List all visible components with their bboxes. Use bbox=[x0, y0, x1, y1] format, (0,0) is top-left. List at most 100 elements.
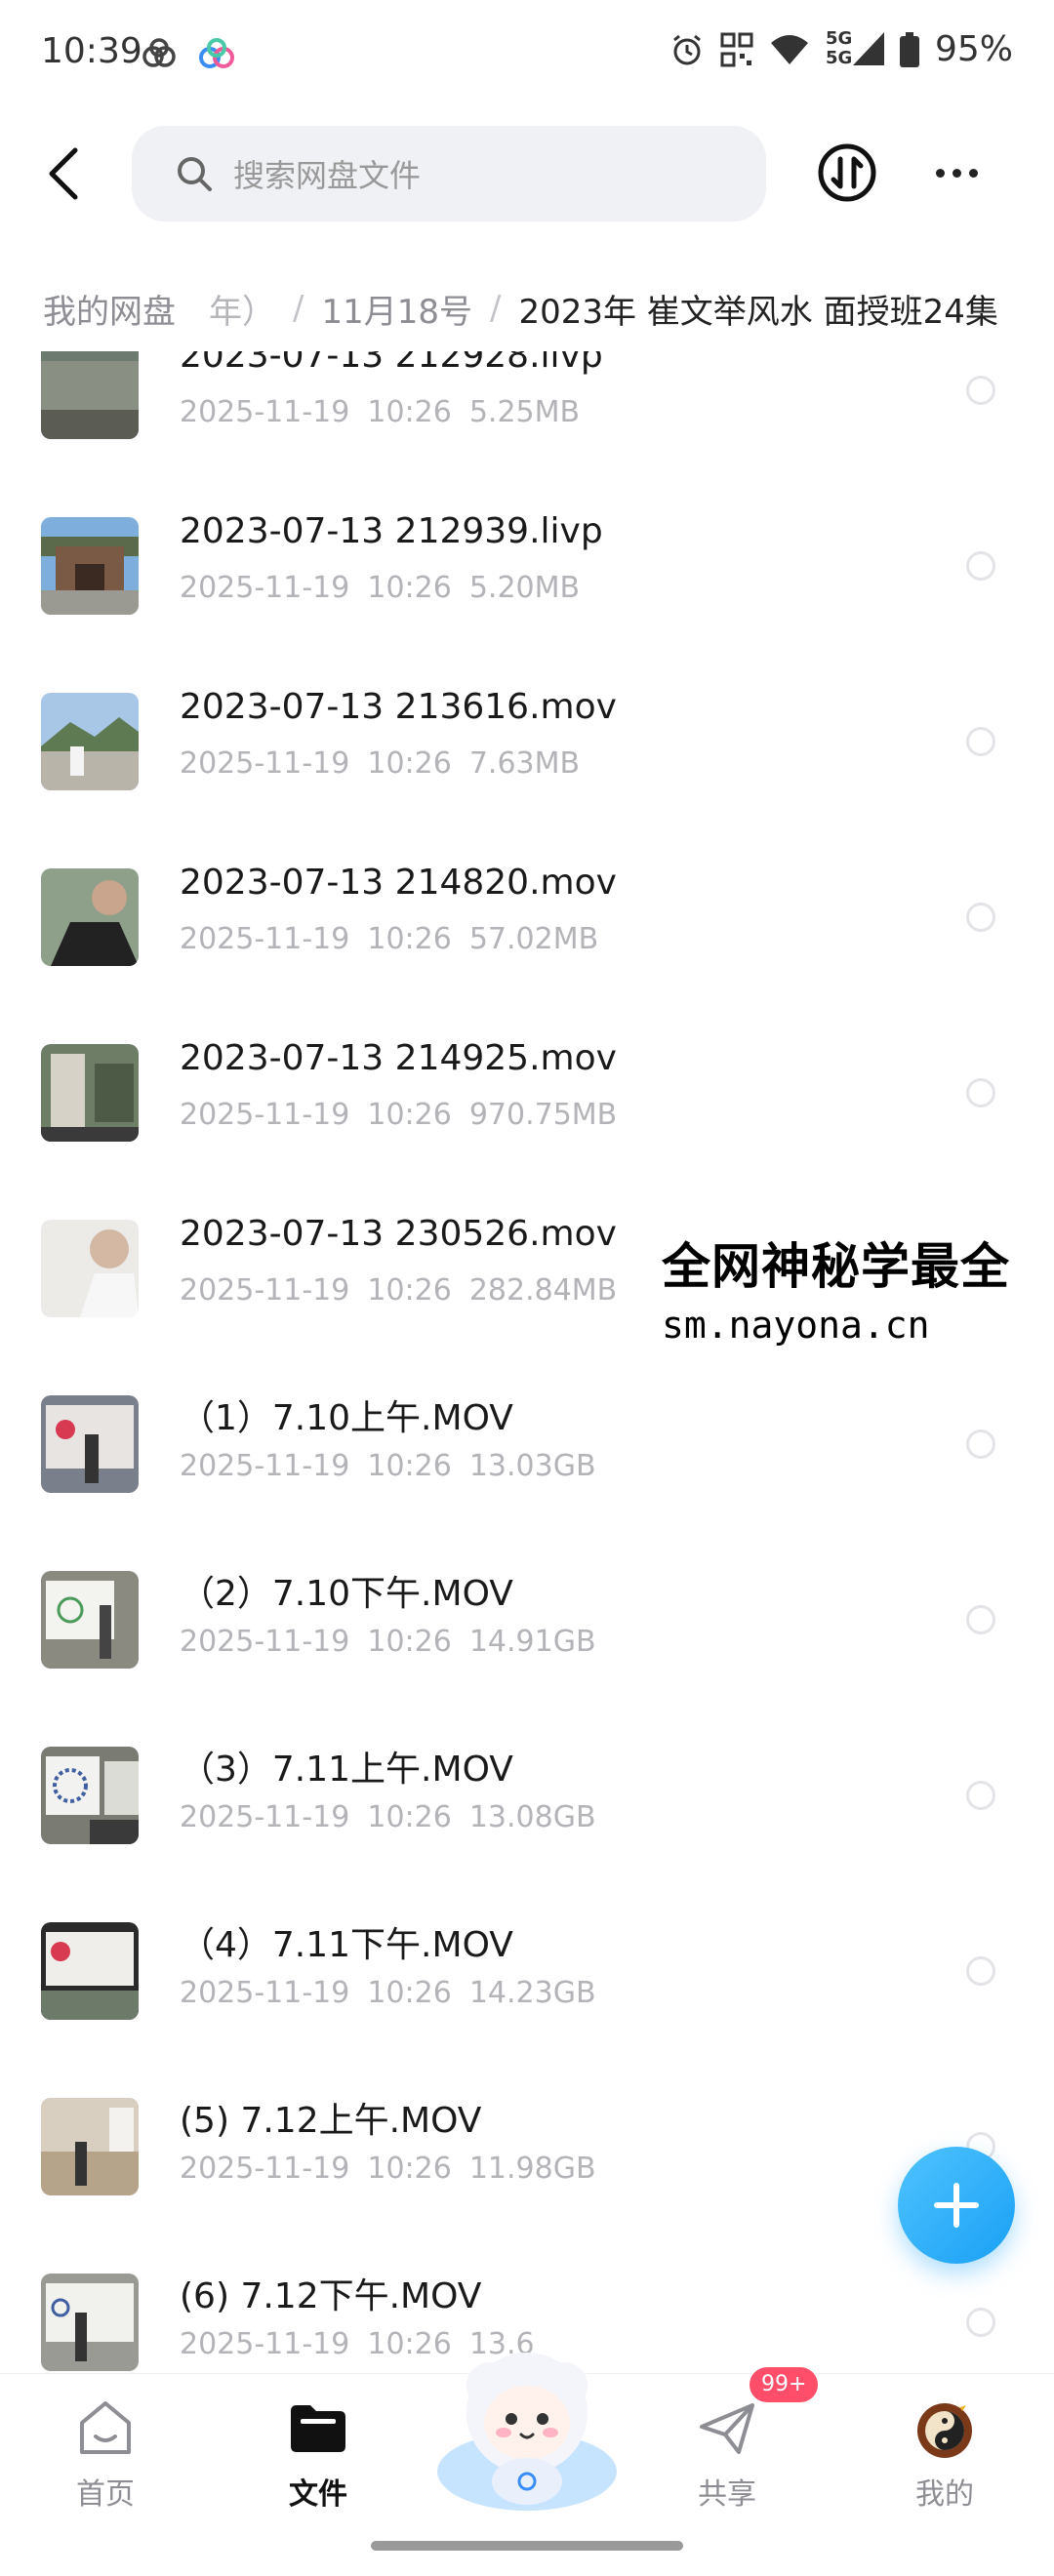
nav-home-label: 首页 bbox=[76, 2477, 135, 2512]
cloud-app-icon bbox=[142, 38, 176, 67]
colored-cloud-app-icon bbox=[199, 38, 234, 68]
file-meta: 2025-11-19 10:26 5.20MB bbox=[180, 571, 580, 605]
search-placeholder: 搜索网盘文件 bbox=[233, 157, 422, 194]
select-radio[interactable] bbox=[966, 1605, 995, 1634]
nav-files-label: 文件 bbox=[289, 2477, 347, 2512]
nav-files[interactable]: 文件 bbox=[250, 2397, 386, 2534]
nav-share[interactable]: 共享 bbox=[659, 2397, 795, 2534]
file-meta: 2025-11-19 10:26 14.23GB bbox=[180, 1976, 596, 2010]
watermark-overlay: 全网神秘学最全 sm.nayona.cn bbox=[656, 1220, 1054, 1352]
file-name: （4）7.11下午.MOV bbox=[180, 1925, 513, 1965]
back-button[interactable] bbox=[29, 140, 98, 208]
file-name: （1）7.10上午.MOV bbox=[180, 1398, 513, 1438]
file-date: 2025-11-19 bbox=[180, 571, 350, 605]
paper-plane-icon bbox=[700, 2403, 754, 2454]
file-size: 5.25MB bbox=[468, 395, 581, 429]
file-row[interactable]: 2023-07-13 212928.livp 2025-11-19 10:26 5.… bbox=[0, 351, 1054, 468]
file-date: 2025-11-19 bbox=[180, 746, 350, 781]
add-button[interactable] bbox=[898, 2147, 1015, 2264]
battery-icon bbox=[899, 31, 919, 67]
file-date: 2025-11-19 bbox=[180, 1800, 350, 1834]
mascot-icon bbox=[437, 2353, 617, 2511]
file-meta: 2025-11-19 10:26 7.63MB bbox=[180, 746, 580, 781]
file-size: 13.03GB bbox=[468, 1449, 596, 1483]
breadcrumb-separator: / bbox=[293, 289, 304, 328]
file-time: 10:26 bbox=[367, 922, 452, 956]
folder-icon bbox=[291, 2405, 345, 2452]
file-date: 2025-11-19 bbox=[180, 1273, 350, 1308]
file-thumbnail bbox=[41, 1571, 139, 1669]
file-time: 10:26 bbox=[367, 1625, 452, 1659]
network-label-bottom: 5G bbox=[825, 47, 853, 68]
file-thumbnail bbox=[41, 1220, 139, 1317]
top-bar: 搜索网盘文件 bbox=[0, 112, 1054, 239]
breadcrumb-root[interactable]: 我的网盘 bbox=[43, 285, 176, 333]
file-row[interactable]: （4）7.11下午.MOV 2025-11-19 10:26 14.23GB bbox=[0, 1873, 1054, 2049]
more-dot-icon bbox=[952, 168, 961, 178]
file-row[interactable]: （2）7.10下午.MOV 2025-11-19 10:26 14.91GB bbox=[0, 1522, 1054, 1698]
file-meta: 2025-11-19 10:26 970.75MB bbox=[180, 1098, 617, 1132]
file-date: 2025-11-19 bbox=[180, 1098, 350, 1132]
file-thumbnail bbox=[41, 868, 139, 966]
file-name: 2023-07-13 212928.livp bbox=[180, 351, 603, 376]
file-meta: 2025-11-19 10:26 11.98GB bbox=[180, 2152, 596, 2186]
file-row[interactable]: 2023-07-13 213616.mov 2025-11-19 10:26 7.6… bbox=[0, 644, 1054, 820]
select-radio[interactable] bbox=[966, 376, 995, 405]
file-thumbnail bbox=[41, 2098, 139, 2195]
select-radio[interactable] bbox=[966, 903, 995, 932]
file-row[interactable]: （3）7.11上午.MOV 2025-11-19 10:26 13.08GB bbox=[0, 1698, 1054, 1873]
file-meta: 2025-11-19 10:26 13.08GB bbox=[180, 1800, 596, 1834]
file-row[interactable]: 2023-07-13 212939.livp 2025-11-19 10:26 5.… bbox=[0, 468, 1054, 644]
status-bar: 10:39 5G 5G 95% bbox=[0, 0, 1054, 112]
select-radio[interactable] bbox=[966, 1078, 995, 1107]
battery-percent: 95% bbox=[934, 29, 1013, 69]
file-name: 2023-07-13 213616.mov bbox=[180, 687, 617, 727]
transfer-icon bbox=[818, 143, 876, 202]
select-radio[interactable] bbox=[966, 2308, 995, 2337]
file-date: 2025-11-19 bbox=[180, 2152, 350, 2186]
mascot-center-button[interactable] bbox=[429, 2325, 625, 2520]
file-size: 11.98GB bbox=[468, 2152, 596, 2186]
file-size: 5.20MB bbox=[468, 571, 581, 605]
more-dot-icon bbox=[968, 168, 978, 178]
file-meta: 2025-11-19 10:26 57.02MB bbox=[180, 922, 598, 956]
file-date: 2025-11-19 bbox=[180, 1976, 350, 2010]
search-icon bbox=[178, 157, 212, 191]
file-list: 2023-07-13 212928.livp 2025-11-19 10:26 5.… bbox=[0, 351, 1054, 2371]
file-name: 2023-07-13 212939.livp bbox=[180, 511, 603, 551]
file-size: 970.75MB bbox=[468, 1098, 618, 1132]
file-row[interactable]: (5) 7.12上午.MOV 2025-11-19 10:26 11.98GB bbox=[0, 2049, 1054, 2225]
status-app-icons bbox=[140, 37, 237, 70]
file-row[interactable]: 2023-07-13 214925.mov 2025-11-19 10:26 970… bbox=[0, 995, 1054, 1171]
more-options-button[interactable] bbox=[927, 141, 986, 204]
file-time: 10:26 bbox=[367, 746, 452, 781]
share-badge: 99+ bbox=[750, 2367, 819, 2402]
file-thumbnail bbox=[41, 2274, 139, 2371]
file-row[interactable]: 2023-07-13 214820.mov 2025-11-19 10:26 57.… bbox=[0, 820, 1054, 995]
breadcrumb-parent[interactable]: 11月18号 bbox=[321, 285, 472, 333]
file-thumbnail bbox=[41, 351, 139, 439]
alarm-icon bbox=[673, 34, 701, 64]
select-radio[interactable] bbox=[966, 1429, 995, 1459]
file-name: （2）7.10下午.MOV bbox=[180, 1574, 513, 1614]
file-meta: 2025-11-19 10:26 282.84MB bbox=[180, 1273, 617, 1308]
select-radio[interactable] bbox=[966, 551, 995, 581]
file-meta: 2025-11-19 10:26 5.25MB bbox=[180, 395, 580, 429]
file-row[interactable]: （1）7.10上午.MOV 2025-11-19 10:26 13.03GB bbox=[0, 1347, 1054, 1522]
nav-home[interactable]: 首页 bbox=[37, 2397, 174, 2534]
file-name: (6) 7.12下午.MOV bbox=[180, 2276, 482, 2316]
file-date: 2025-11-19 bbox=[180, 922, 350, 956]
select-radio[interactable] bbox=[966, 1956, 995, 1986]
file-name: 2023-07-13 214820.mov bbox=[180, 863, 617, 903]
file-thumbnail bbox=[41, 1044, 139, 1142]
select-radio[interactable] bbox=[966, 727, 995, 756]
status-right: 5G 5G 95% bbox=[669, 28, 1013, 69]
file-name: (5) 7.12上午.MOV bbox=[180, 2101, 482, 2141]
search-input[interactable]: 搜索网盘文件 bbox=[132, 126, 766, 221]
breadcrumb-truncated[interactable]: 年） bbox=[209, 285, 275, 333]
home-indicator[interactable] bbox=[371, 2541, 683, 2551]
breadcrumb-current: 2023年 崔文举风水 面授班24集 bbox=[518, 292, 998, 332]
select-radio[interactable] bbox=[966, 1781, 995, 1810]
transfer-list-button[interactable] bbox=[816, 141, 878, 204]
nav-mine[interactable]: 我的 bbox=[876, 2397, 1013, 2534]
